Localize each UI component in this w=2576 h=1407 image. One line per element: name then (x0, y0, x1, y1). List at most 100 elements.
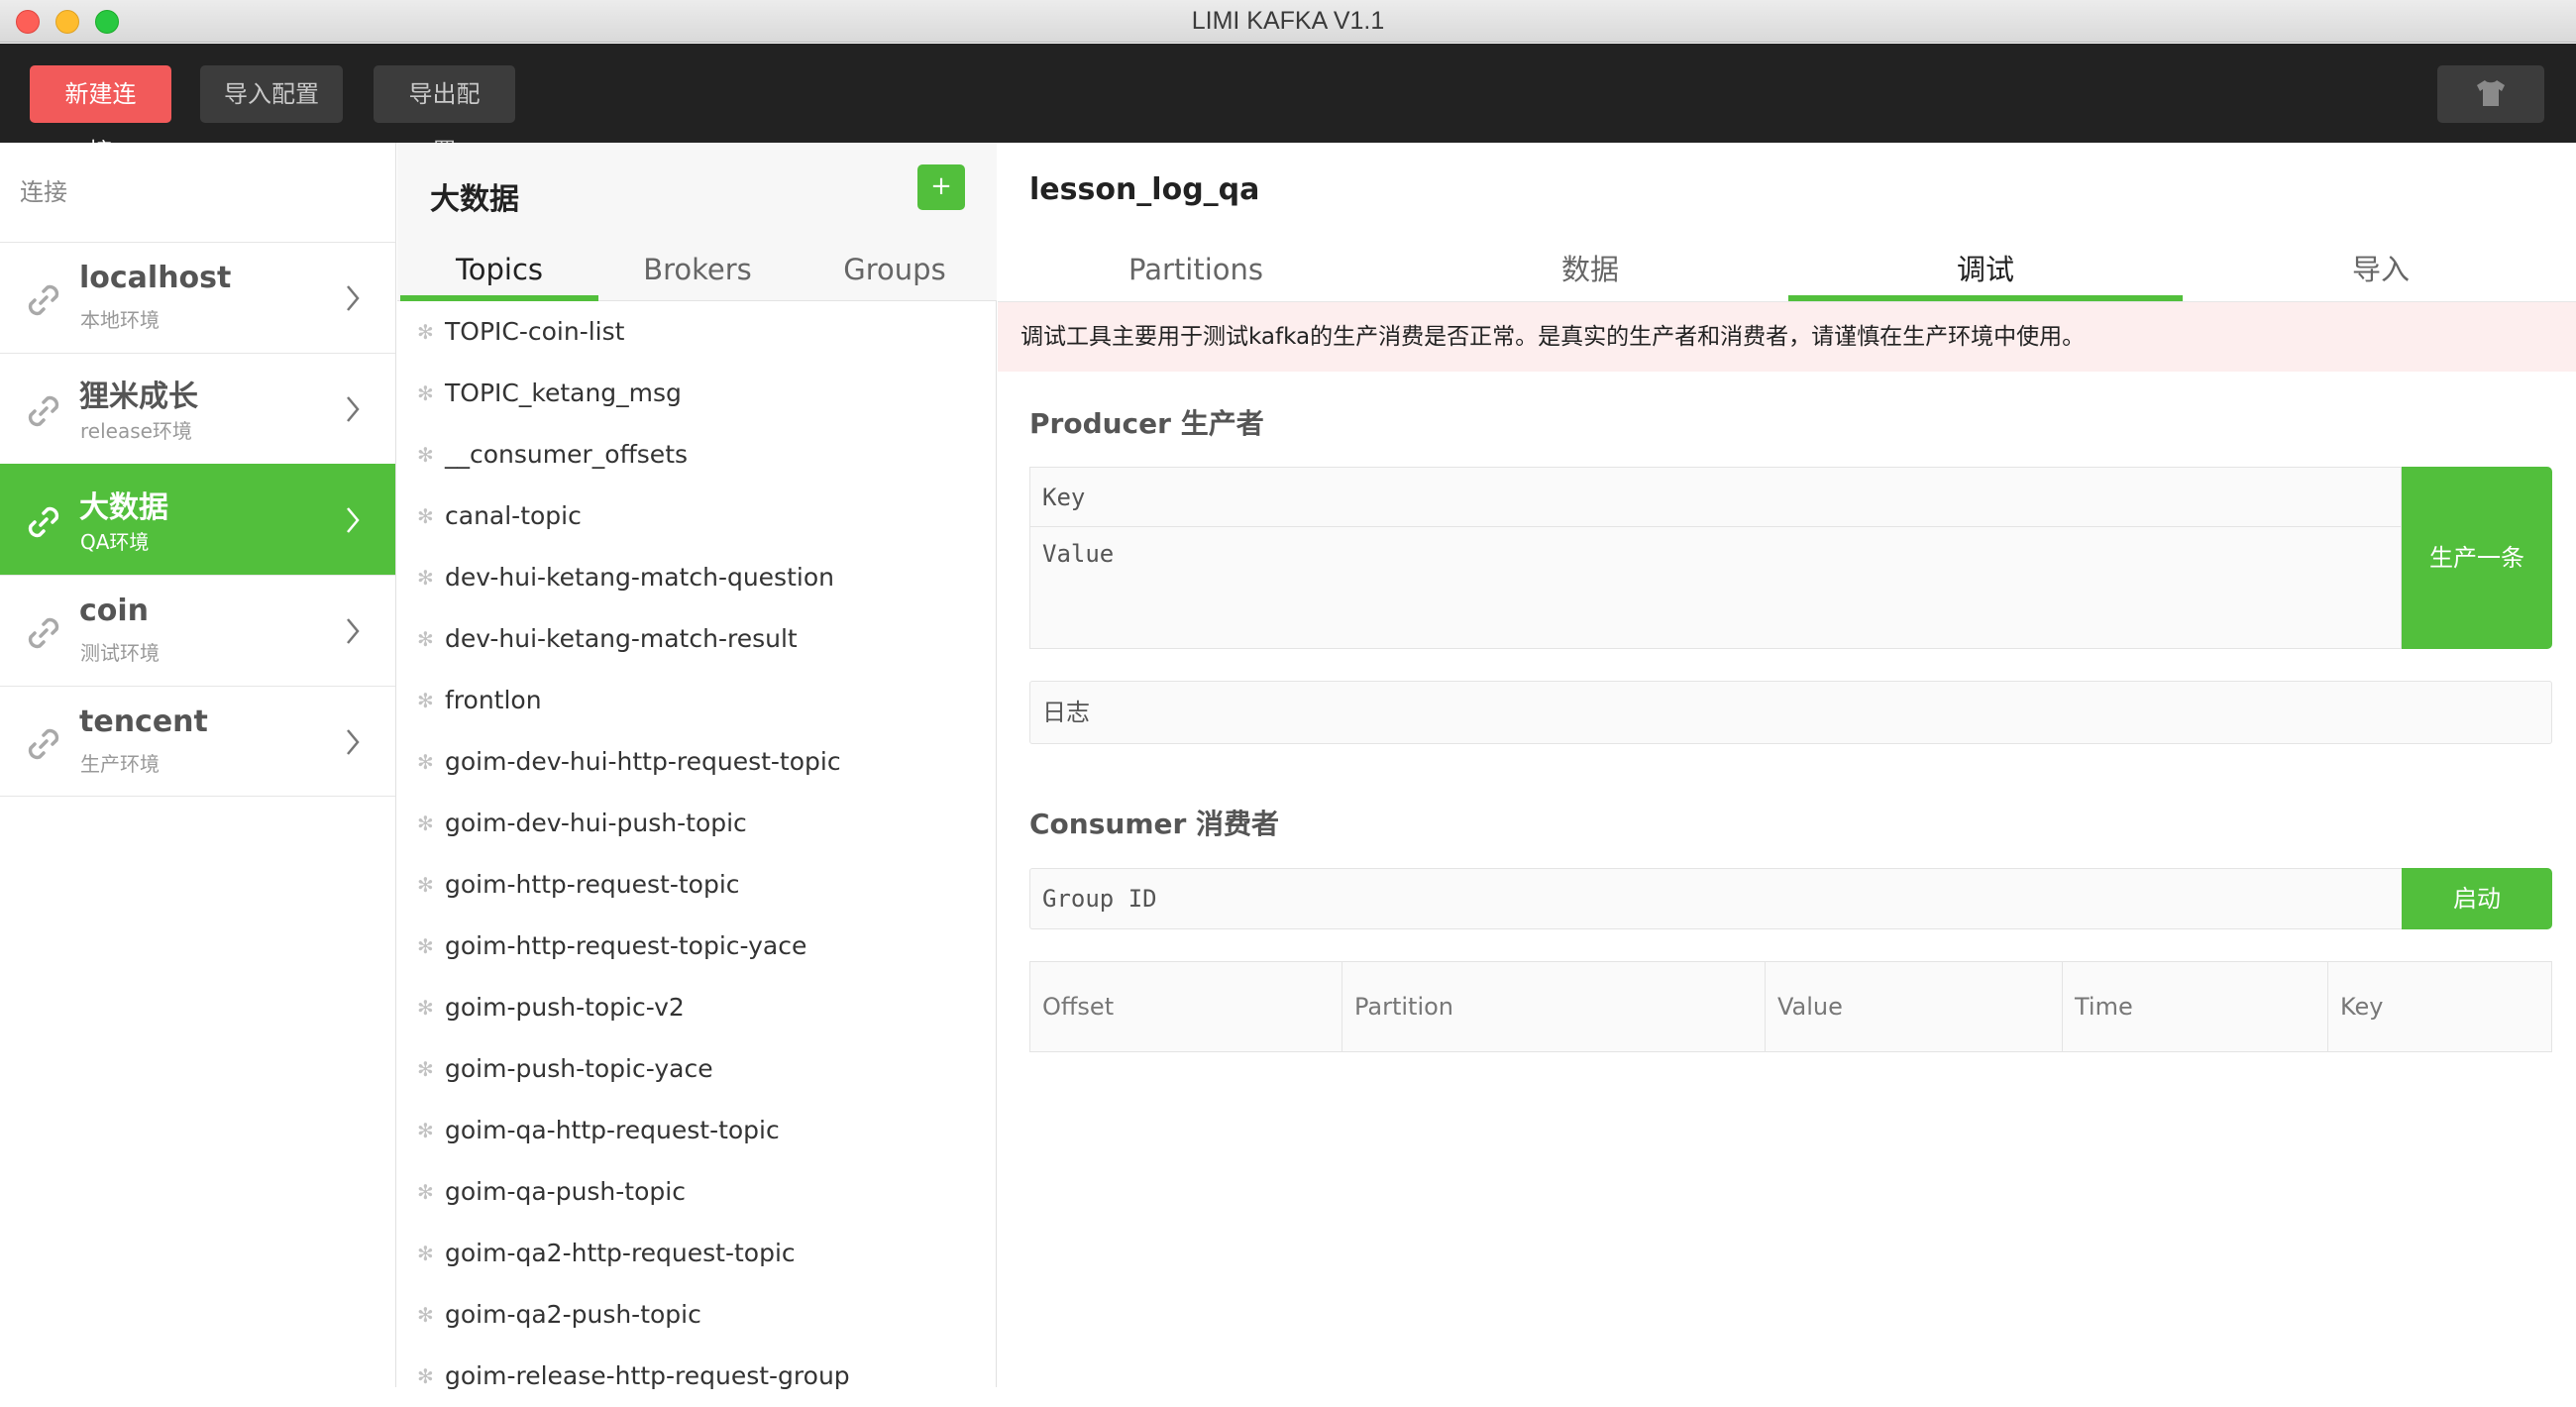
connection-name: tencent (79, 704, 208, 739)
window-title: LIMI KAFKA V1.1 (1191, 7, 1385, 35)
produce-one-button[interactable]: 生产一条 (2402, 467, 2552, 649)
topic-bullet-icon: ✻ (417, 627, 434, 651)
topics-panel: 大数据 + Topics Brokers Groups ✻ TOPIC-coin-… (397, 143, 997, 1390)
topic-item[interactable]: ✻ goim-push-topic-v2 (397, 977, 997, 1038)
topic-item[interactable]: ✻ frontlon (397, 670, 997, 731)
connection-item-localhost[interactable]: localhost 本地环境 (0, 242, 395, 353)
topic-item[interactable]: ✻ dev-hui-ketang-match-result (397, 608, 997, 670)
topic-name: TOPIC-coin-list (445, 317, 625, 346)
tshirt-icon (2477, 80, 2505, 106)
topic-list: ✻ TOPIC-coin-list ✻ TOPIC_ketang_msg ✻ __cons… (397, 301, 997, 1407)
topic-name: goim-http-request-topic-yace (445, 931, 807, 960)
connection-name: localhost (79, 261, 232, 295)
topic-name: frontlon (445, 686, 542, 714)
topic-name: __consumer_offsets (445, 440, 689, 469)
topic-name: goim-dev-hui-http-request-topic (445, 747, 841, 776)
title-bar: LIMI KAFKA V1.1 (0, 0, 2576, 43)
connection-item-bigdata[interactable]: 大数据 QA环境 (0, 464, 395, 575)
tab-topics[interactable]: Topics (400, 250, 598, 301)
topic-name: dev-hui-ketang-match-result (445, 624, 798, 653)
topic-name: goim-push-topic-yace (445, 1054, 713, 1083)
topic-item[interactable]: ✻ goim-qa2-http-request-topic (397, 1223, 997, 1284)
producer-key-input[interactable] (1030, 468, 2401, 527)
link-icon (28, 395, 59, 427)
connection-name: 大数据 (79, 490, 168, 525)
tab-debug[interactable]: 调试 (1788, 250, 2183, 301)
topic-name: dev-hui-ketang-match-question (445, 563, 834, 592)
producer-section-title: Producer 生产者 (1029, 407, 1264, 440)
group-id-input[interactable] (1029, 868, 2402, 929)
topic-bullet-icon: ✻ (417, 381, 434, 405)
topic-item[interactable]: ✻ TOPIC_ketang_msg (397, 363, 997, 424)
new-connection-button[interactable]: 新建连接 (30, 65, 171, 165)
topic-item[interactable]: ✻ TOPIC-coin-list (397, 301, 997, 363)
topic-name: goim-http-request-topic (445, 870, 740, 899)
topic-item[interactable]: ✻ dev-hui-ketang-match-question (397, 547, 997, 608)
add-topic-button[interactable]: + (917, 164, 965, 210)
column-header-time[interactable]: Time (2063, 962, 2328, 1051)
topic-name: goim-qa-http-request-topic (445, 1116, 780, 1144)
consumer-section-title: Consumer 消费者 (1029, 808, 1280, 840)
link-icon (28, 617, 59, 649)
connection-item-coin[interactable]: coin 测试环境 (0, 575, 395, 686)
topic-bullet-icon: ✻ (417, 1057, 434, 1081)
start-consumer-button[interactable]: 启动 (2402, 868, 2552, 929)
chevron-right-icon (347, 285, 360, 311)
topic-item[interactable]: ✻ goim-qa2-push-topic (397, 1284, 997, 1346)
topic-bullet-icon: ✻ (417, 812, 434, 835)
topic-name: goim-qa-push-topic (445, 1177, 686, 1206)
topic-item[interactable]: ✻ canal-topic (397, 486, 997, 547)
topic-item[interactable]: ✻ __consumer_offsets (397, 424, 997, 486)
debug-warning-alert: 调试工具主要用于测试kafka的生产消费是否正常。是真实的生产者和消费者，请谨慎… (998, 302, 2576, 372)
producer-log-field[interactable] (1029, 681, 2552, 744)
topic-detail-panel: lesson_log_qa Partitions 数据 调试 导入 调试工具主要… (998, 143, 2576, 1387)
topic-bullet-icon: ✻ (417, 934, 434, 958)
topic-bullet-icon: ✻ (417, 320, 434, 344)
topic-bullet-icon: ✻ (417, 996, 434, 1020)
tab-partitions[interactable]: Partitions (999, 250, 1393, 301)
topic-item[interactable]: ✻ goim-dev-hui-http-request-topic (397, 731, 997, 793)
topic-item[interactable]: ✻ goim-http-request-topic-yace (397, 916, 997, 977)
connection-env: release环境 (80, 419, 192, 443)
topic-bullet-icon: ✻ (417, 566, 434, 590)
connection-name: coin (79, 594, 150, 628)
tab-import[interactable]: 导入 (2184, 250, 2576, 301)
toolbar: 新建连接 导入配置 导出配置 (0, 44, 2576, 165)
topic-name: goim-dev-hui-push-topic (445, 809, 747, 837)
column-header-offset[interactable]: Offset (1030, 962, 1342, 1051)
topic-name: goim-release-http-request-group (445, 1361, 850, 1390)
topic-name: TOPIC_ketang_msg (445, 379, 682, 407)
chevron-right-icon (347, 507, 360, 533)
topic-item[interactable]: ✻ goim-qa-http-request-topic (397, 1100, 997, 1161)
theme-button[interactable] (2437, 65, 2544, 123)
topic-item[interactable]: ✻ goim-push-topic-yace (397, 1038, 997, 1100)
topic-name: canal-topic (445, 501, 582, 530)
topic-bullet-icon: ✻ (417, 689, 434, 712)
column-header-value[interactable]: Value (1766, 962, 2063, 1051)
topic-bullet-icon: ✻ (417, 1180, 434, 1204)
topic-bullet-icon: ✻ (417, 1303, 434, 1327)
topic-item[interactable]: ✻ goim-release-http-request-group (397, 1346, 997, 1407)
chevron-right-icon (347, 618, 360, 644)
producer-message-box (1029, 467, 2402, 649)
sidebar-header: 连接 (20, 178, 67, 206)
topic-item[interactable]: ✻ goim-http-request-topic (397, 854, 997, 916)
topic-bullet-icon: ✻ (417, 1119, 434, 1142)
producer-value-input[interactable] (1030, 528, 2401, 648)
connection-item-limi-growth[interactable]: 狸米成长 release环境 (0, 353, 395, 464)
import-config-button[interactable]: 导入配置 (200, 65, 343, 123)
connection-item-tencent[interactable]: tencent 生产环境 (0, 686, 395, 797)
column-header-key[interactable]: Key (2328, 962, 2551, 1051)
connections-sidebar: 连接 localhost 本地环境 狸米成长 release环境 大数据 QA环… (0, 143, 396, 1387)
tab-data[interactable]: 数据 (1393, 250, 1787, 301)
topic-bullet-icon: ✻ (417, 750, 434, 774)
topic-item[interactable]: ✻ goim-dev-hui-push-topic (397, 793, 997, 854)
export-config-button[interactable]: 导出配置 (374, 65, 515, 165)
tab-groups[interactable]: Groups (796, 250, 994, 301)
tab-brokers[interactable]: Brokers (598, 250, 797, 301)
topic-item[interactable]: ✻ goim-qa-push-topic (397, 1161, 997, 1223)
topic-bullet-icon: ✻ (417, 443, 434, 467)
topics-panel-header: 大数据 + Topics Brokers Groups (397, 143, 997, 301)
column-header-partition[interactable]: Partition (1342, 962, 1766, 1051)
link-icon (28, 284, 59, 316)
